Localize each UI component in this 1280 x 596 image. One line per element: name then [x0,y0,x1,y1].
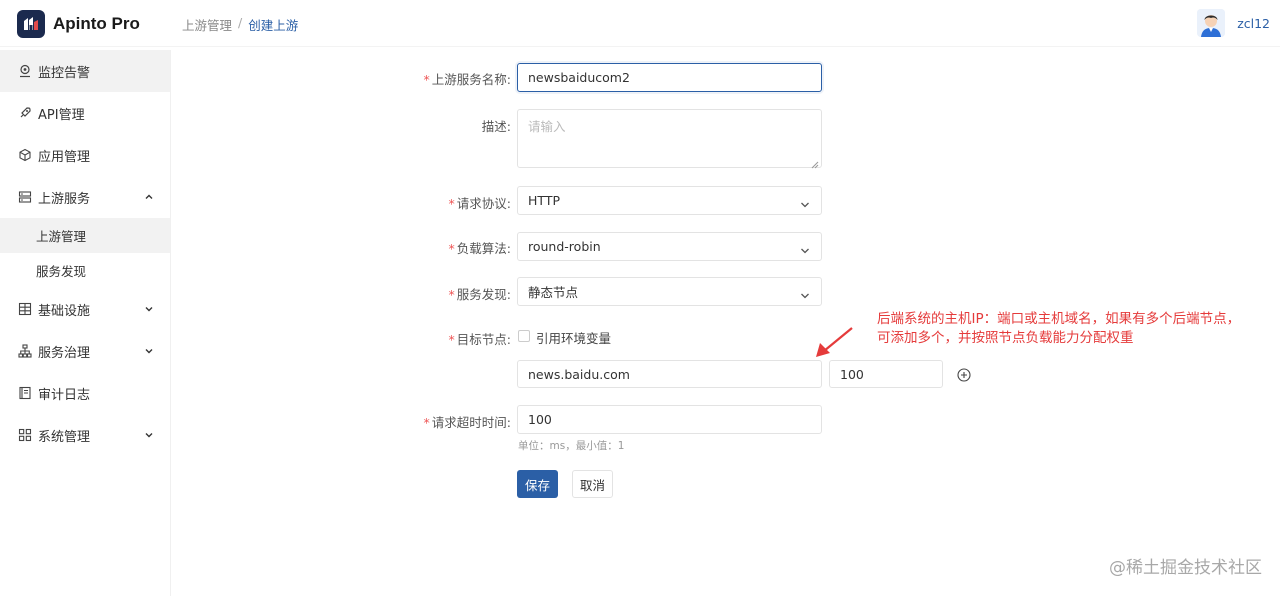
annotation-line-1: 后端系统的主机IP：端口或主机域名，如果有多个后端节点， [877,311,1241,327]
save-button[interactable]: 保存 [517,470,558,498]
discovery-value: 静态节点 [528,285,579,300]
avatar[interactable] [1197,9,1226,37]
discovery-label: * 服务发现: [311,284,511,303]
sidebar-item-upstream[interactable]: 上游服务 [0,176,170,218]
chevron-down-icon [800,288,810,298]
algorithm-label: * 负载算法: [311,238,511,257]
rocket-icon [18,106,32,120]
user-menu[interactable]: zcl12 [1197,9,1270,37]
breadcrumb-current: 创建上游 [248,18,299,33]
sidebar-item-system[interactable]: 系统管理 [0,414,170,456]
algorithm-label-text: 负载算法: [456,241,511,256]
sidebar-item-infrastructure[interactable]: 基础设施 [0,288,170,330]
algorithm-select[interactable]: round-robin [517,232,822,261]
chevron-down-icon [144,345,154,355]
sidebar-subitem-upstream-management[interactable]: 上游管理 [0,218,170,253]
description-label-text: 描述: [481,119,511,134]
add-node-icon[interactable] [957,368,971,382]
sidebar-item-label: 审计日志 [38,387,91,403]
apinto-logo-icon [17,10,45,38]
sidebar-item-label: 上游服务 [38,191,91,207]
timeout-label: * 请求超时时间: [311,412,511,431]
required-mark: * [448,196,455,211]
watermark: @稀土掘金技术社区 [1109,558,1262,578]
chevron-down-icon [800,243,810,253]
log-book-icon [18,386,32,400]
chevron-down-icon [144,429,154,439]
description-label: 描述: [311,116,511,135]
upstream-name-value: newsbaiducom2 [528,70,630,85]
monitor-pin-icon [18,64,32,78]
breadcrumb-separator: / [238,15,243,30]
sidebar-item-label: API管理 [38,107,85,123]
annotation-text: 后端系统的主机IP：端口或主机域名，如果有多个后端节点， 可添加多个，并按照节点… [877,310,1240,348]
required-mark: * [448,241,455,256]
target-label-text: 目标节点: [456,332,511,347]
discovery-label-text: 服务发现: [456,287,511,302]
sidebar-item-monitoring[interactable]: 监控告警 [0,50,170,92]
sidebar-item-label: 系统管理 [38,429,91,445]
server-icon [18,190,32,204]
timeout-label-text: 请求超时时间: [431,415,511,430]
node-address-input[interactable]: news.baidu.com [517,360,822,388]
env-variable-checkbox[interactable] [518,330,530,342]
sidebar-subitem-service-discovery[interactable]: 服务发现 [0,253,170,288]
sidebar-item-label: 应用管理 [38,149,91,165]
discovery-select[interactable]: 静态节点 [517,277,822,306]
required-mark: * [448,332,455,347]
description-placeholder: 请输入 [528,119,566,134]
node-weight-value: 100 [840,366,864,382]
top-header: Apinto Pro 上游管理 / 创建上游 zcl12 [0,0,1280,47]
resize-grip-icon[interactable] [811,157,819,169]
sidebar-item-audit-log[interactable]: 审计日志 [0,372,170,414]
username[interactable]: zcl12 [1237,16,1270,31]
sidebar-item-label: 基础设施 [38,303,91,319]
sidebar-item-label: 服务治理 [38,345,91,361]
cancel-button[interactable]: 取消 [572,470,613,498]
protocol-select[interactable]: HTTP [517,186,822,215]
protocol-value: HTTP [528,193,560,208]
node-weight-input[interactable]: 100 [829,360,943,388]
timeout-input[interactable]: 100 [517,405,822,434]
breadcrumb: 上游管理 / 创建上游 [182,15,298,34]
node-address-value: news.baidu.com [528,366,630,382]
protocol-label: * 请求协议: [311,193,511,212]
cube-icon [18,148,32,162]
sidebar-item-governance[interactable]: 服务治理 [0,330,170,372]
env-variable-checkbox-label[interactable]: 引用环境变量 [536,328,611,347]
sidebar-item-apps[interactable]: 应用管理 [0,134,170,176]
apps-grid-icon [18,428,32,442]
sidebar-subitem-label: 服务发现 [36,264,87,279]
grid-table-icon [18,302,32,316]
chevron-down-icon [800,197,810,207]
timeout-hint: 单位：ms，最小值：1 [518,440,625,452]
name-label-text: 上游服务名称: [431,72,511,87]
description-textarea[interactable]: 请输入 [517,109,822,169]
breadcrumb-parent[interactable]: 上游管理 [182,15,232,34]
name-label: * 上游服务名称: [311,69,511,88]
required-mark: * [423,72,430,87]
algorithm-value: round-robin [528,239,601,254]
app-logo[interactable]: Apinto Pro [17,10,140,38]
protocol-label-text: 请求协议: [456,196,511,211]
timeout-value: 100 [528,412,552,427]
chevron-up-icon [144,191,154,201]
sidebar: 监控告警 API管理 应用管理 上游服务 上游管理 服务发现 基础设施 服务治理… [0,50,171,596]
sidebar-item-api[interactable]: API管理 [0,92,170,134]
annotation-line-2: 可添加多个，并按照节点负载能力分配权重 [877,330,1134,346]
sidebar-item-label: 监控告警 [38,65,91,81]
required-mark: * [423,415,430,430]
sidebar-subitem-label: 上游管理 [36,229,87,244]
target-label: * 目标节点: [311,329,511,348]
app-title: Apinto Pro [53,14,140,33]
chevron-down-icon [144,303,154,313]
annotation-arrow-icon [816,327,853,357]
org-chart-icon [18,344,32,358]
upstream-name-input[interactable]: newsbaiducom2 [517,63,822,92]
required-mark: * [448,287,455,302]
